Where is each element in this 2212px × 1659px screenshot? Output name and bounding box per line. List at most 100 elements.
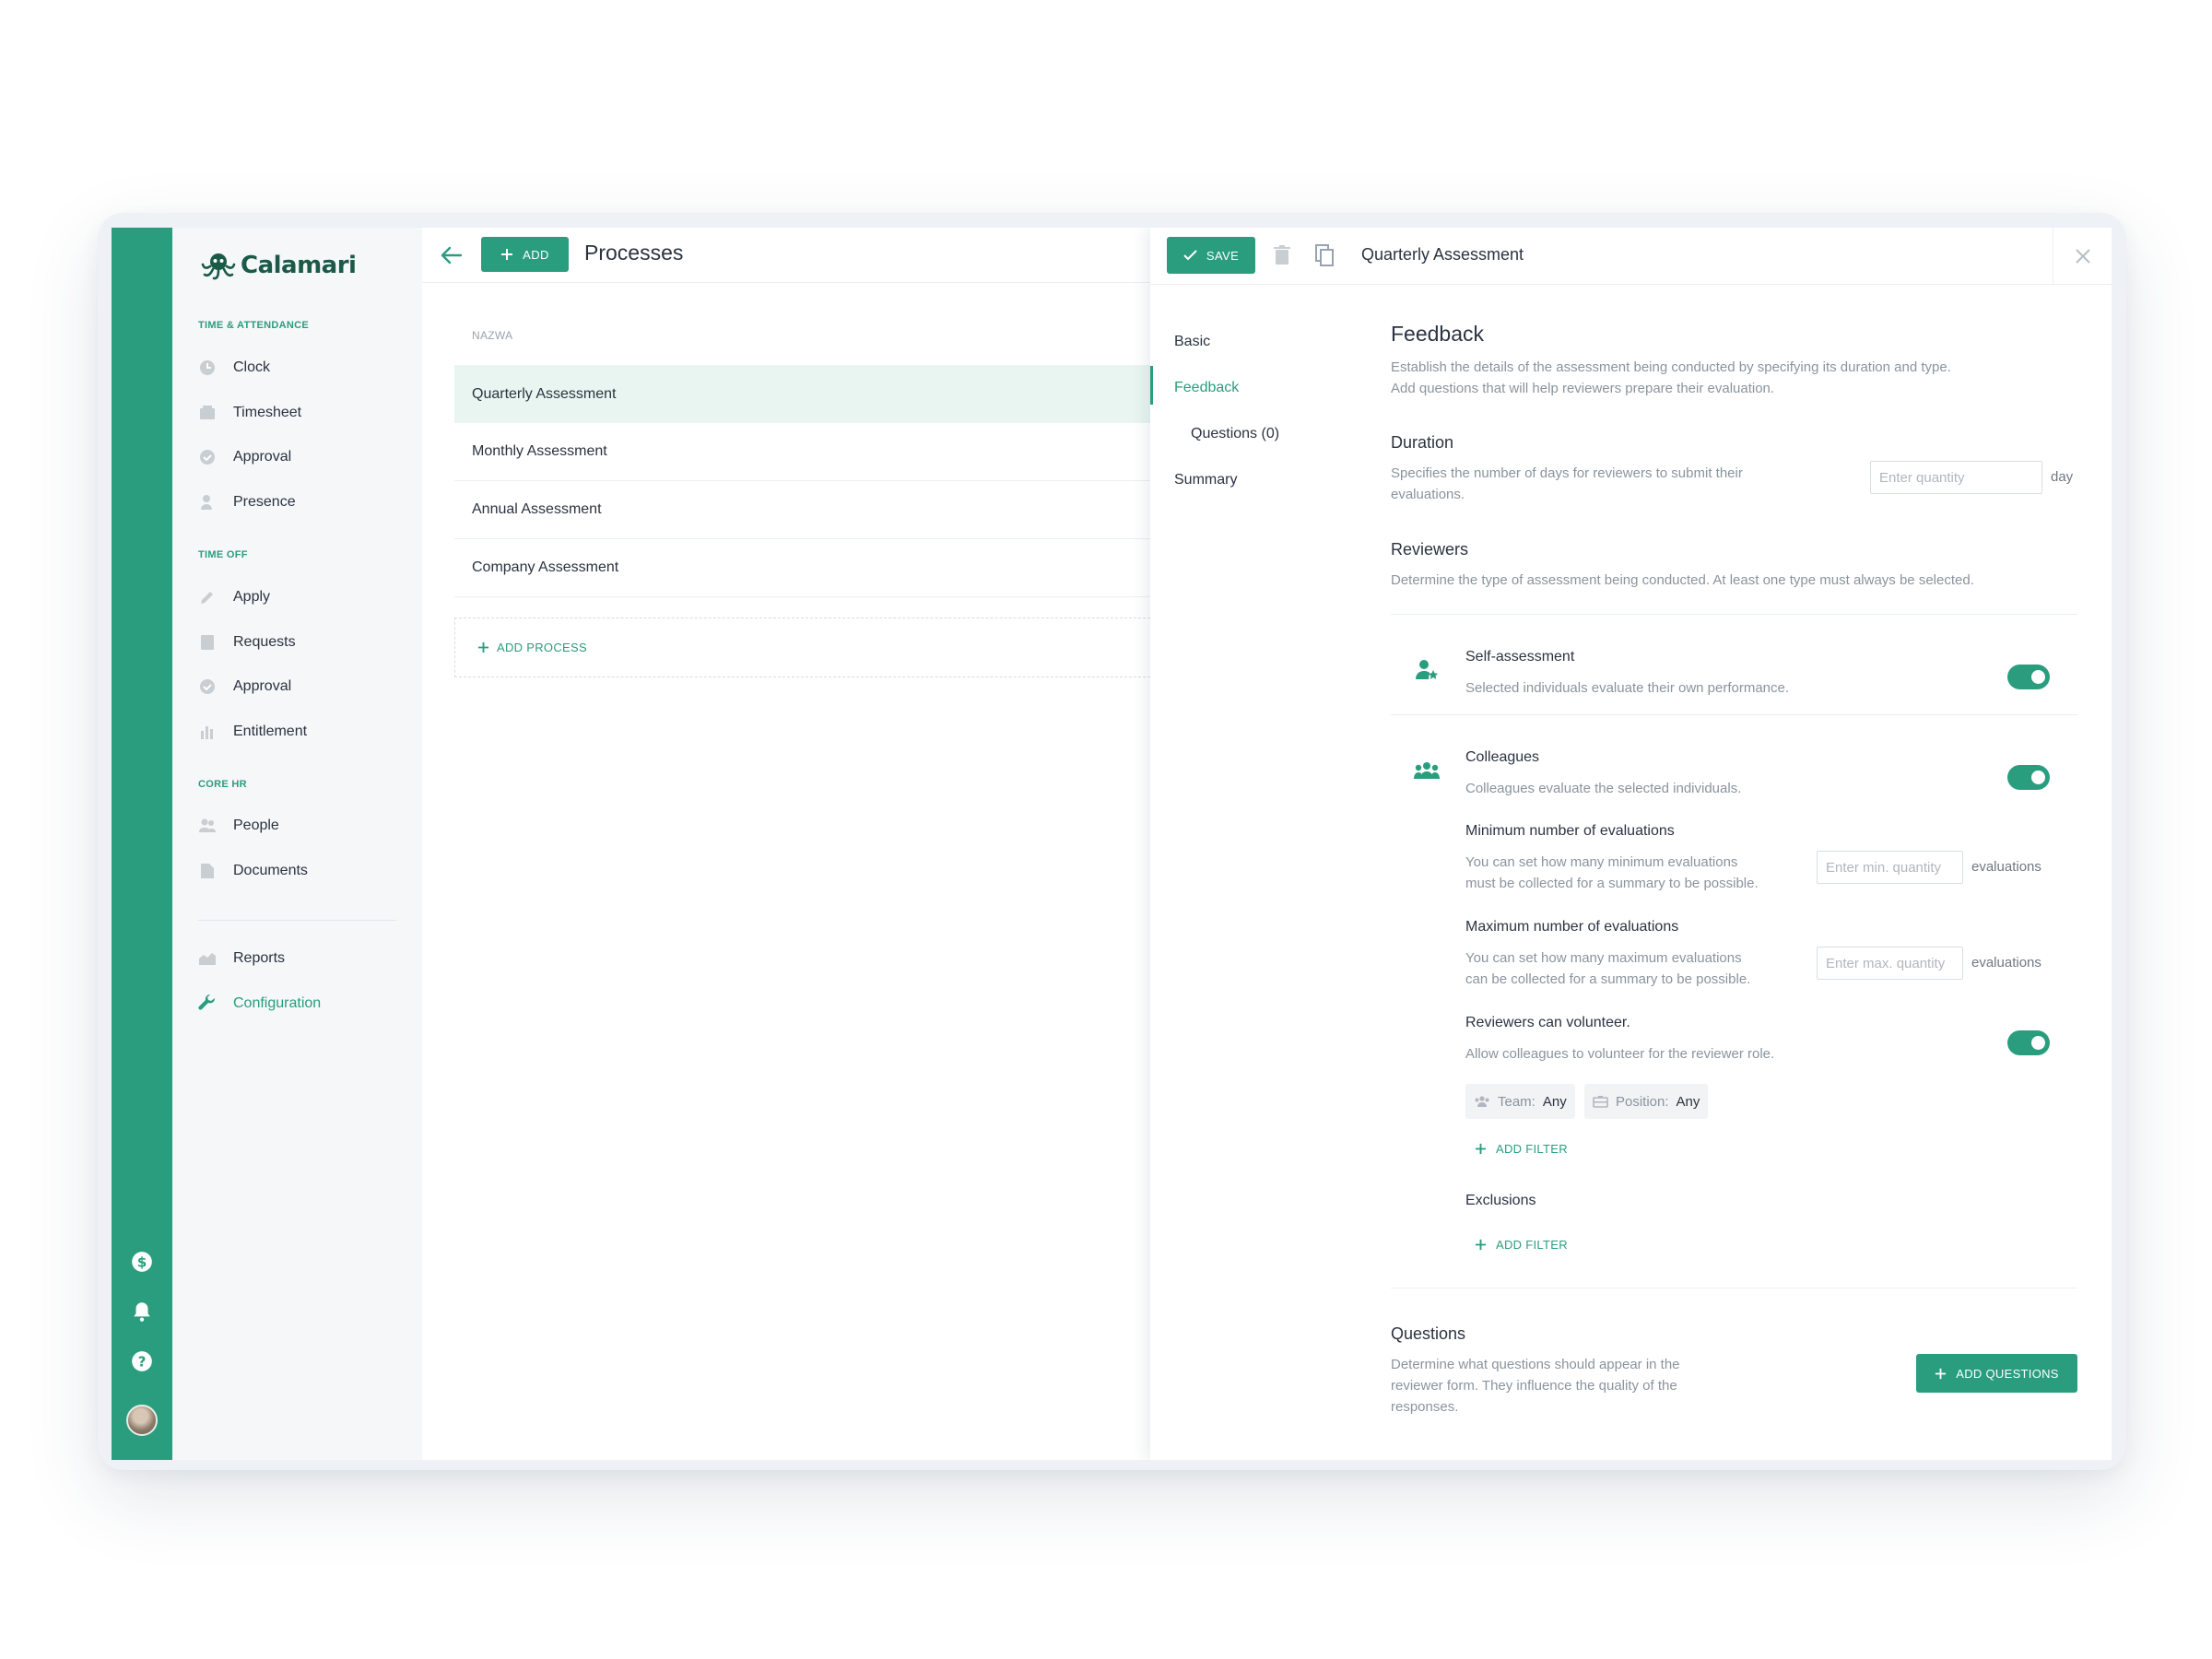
add-button[interactable]: ADD bbox=[481, 237, 569, 272]
process-name: Monthly Assessment bbox=[472, 443, 607, 459]
nav-item-label: Timesheet bbox=[233, 405, 302, 420]
min-evaluations-input[interactable]: Enter min. quantity bbox=[1817, 851, 1963, 884]
check-circle-icon bbox=[198, 677, 217, 696]
min-evaluations-description-1: You can set how many minimum evaluations bbox=[1465, 854, 1738, 870]
volunteer-toggle[interactable] bbox=[2007, 1030, 2050, 1055]
max-evaluations-input[interactable]: Enter max. quantity bbox=[1817, 947, 1963, 980]
file-icon bbox=[198, 862, 217, 880]
filter-key: Team: bbox=[1498, 1093, 1535, 1110]
avatar[interactable] bbox=[126, 1405, 158, 1436]
save-button[interactable]: SAVE bbox=[1167, 237, 1255, 274]
filter-chip-position[interactable]: Position: Any bbox=[1584, 1084, 1709, 1119]
nav-item-label: Apply bbox=[233, 589, 271, 605]
self-assessment-toggle[interactable] bbox=[2007, 665, 2050, 689]
nav-item-configuration[interactable]: Configuration bbox=[198, 990, 321, 1018]
detail-panel: SAVE Quarterly Assessment Basic Feedback… bbox=[1150, 228, 2112, 1460]
clock-icon bbox=[198, 359, 217, 377]
processes-panel: ADD Processes NAZWA Quarterly Assessment… bbox=[422, 228, 1150, 1460]
brand-name: Calamari bbox=[241, 252, 357, 279]
questions-description-2: reviewer form. They influence the qualit… bbox=[1391, 1378, 1677, 1394]
plus-icon bbox=[1936, 1368, 1947, 1379]
back-arrow-icon[interactable] bbox=[439, 242, 465, 268]
min-evaluations-title: Minimum number of evaluations bbox=[1465, 823, 1675, 839]
nav-item-clock[interactable]: Clock bbox=[198, 354, 270, 382]
person-star-icon bbox=[1414, 657, 1440, 683]
nav-item-apply[interactable]: Apply bbox=[198, 583, 270, 611]
detail-title: Quarterly Assessment bbox=[1361, 245, 1524, 264]
presence-icon bbox=[198, 493, 217, 512]
max-evaluations-title: Maximum number of evaluations bbox=[1465, 919, 1679, 935]
timesheet-icon bbox=[198, 404, 217, 422]
bar-chart-icon bbox=[198, 723, 217, 741]
nav-item-approval[interactable]: Approval bbox=[198, 443, 291, 471]
process-row-quarterly[interactable]: Quarterly Assessment bbox=[454, 365, 1150, 423]
document-icon bbox=[198, 633, 217, 652]
self-assessment-description: Selected individuals evaluate their own … bbox=[1465, 680, 1790, 696]
colleagues-toggle[interactable] bbox=[2007, 765, 2050, 790]
logo[interactable]: Calamari bbox=[200, 250, 357, 281]
process-name: Annual Assessment bbox=[472, 501, 602, 517]
octopus-logo-icon bbox=[201, 253, 236, 280]
volunteer-title: Reviewers can volunteer. bbox=[1465, 1015, 1630, 1030]
copy-icon[interactable] bbox=[1312, 242, 1336, 268]
add-questions-button[interactable]: ADD QUESTIONS bbox=[1916, 1354, 2077, 1393]
billing-icon[interactable]: $ bbox=[130, 1250, 154, 1274]
add-button-label: ADD bbox=[523, 247, 549, 262]
subnav-summary[interactable]: Summary bbox=[1174, 472, 1237, 488]
exclusions-add-filter-button[interactable]: ADD FILTER bbox=[1475, 1238, 1568, 1252]
process-row-annual[interactable]: Annual Assessment bbox=[454, 481, 1150, 539]
reviewers-description: Determine the type of assessment being c… bbox=[1391, 572, 1974, 588]
briefcase-icon bbox=[1593, 1096, 1608, 1108]
filter-chip-team[interactable]: Team: Any bbox=[1465, 1084, 1575, 1119]
nav-item-label: Entitlement bbox=[233, 724, 308, 739]
feedback-description-1: Establish the details of the assessment … bbox=[1391, 359, 1951, 375]
duration-description-1: Specifies the number of days for reviewe… bbox=[1391, 465, 1743, 481]
feedback-title: Feedback bbox=[1391, 322, 1485, 346]
subnav-active-indicator bbox=[1150, 366, 1153, 405]
reviewers-title: Reviewers bbox=[1391, 540, 1469, 559]
subnav-questions[interactable]: Questions (0) bbox=[1191, 426, 1279, 442]
feedback-content: Feedback Establish the details of the as… bbox=[1391, 285, 2077, 1460]
nav-item-entitlement[interactable]: Entitlement bbox=[198, 718, 307, 746]
min-evaluations-description-2: must be collected for a summary to be po… bbox=[1465, 876, 1759, 891]
add-process-button[interactable]: ADD PROCESS bbox=[454, 618, 1150, 677]
close-button[interactable] bbox=[2053, 228, 2112, 285]
detail-toolbar: SAVE Quarterly Assessment bbox=[1150, 228, 2112, 285]
nav-item-presence[interactable]: Presence bbox=[198, 488, 296, 516]
nav-item-requests[interactable]: Requests bbox=[198, 629, 296, 656]
nav-item-label: Approval bbox=[233, 678, 292, 694]
min-evaluations-unit: evaluations bbox=[1971, 859, 2041, 875]
check-icon bbox=[1183, 250, 1197, 261]
nav-item-people[interactable]: People bbox=[198, 812, 279, 840]
svg-text:$: $ bbox=[137, 1253, 147, 1270]
help-icon[interactable]: ? bbox=[130, 1349, 154, 1373]
sidebar: Calamari TIME & ATTENDANCE Clock Timeshe… bbox=[172, 228, 422, 1460]
add-process-label: ADD PROCESS bbox=[497, 641, 587, 654]
subnav-basic[interactable]: Basic bbox=[1174, 334, 1210, 350]
bell-icon[interactable] bbox=[130, 1300, 154, 1324]
nav-item-reports[interactable]: Reports bbox=[198, 945, 285, 972]
plus-icon bbox=[1475, 1239, 1487, 1251]
process-name: Company Assessment bbox=[472, 559, 619, 575]
process-row-monthly[interactable]: Monthly Assessment bbox=[454, 423, 1150, 481]
filter-value: Any bbox=[1542, 1093, 1567, 1110]
processes-toolbar: ADD Processes bbox=[422, 228, 1150, 283]
subnav-feedback[interactable]: Feedback bbox=[1174, 380, 1239, 396]
nav-item-label: Reports bbox=[233, 950, 286, 966]
trash-icon[interactable] bbox=[1270, 242, 1294, 268]
divider bbox=[1391, 714, 2077, 715]
duration-title: Duration bbox=[1391, 433, 1454, 452]
nav-item-documents[interactable]: Documents bbox=[198, 857, 308, 885]
max-evaluations-description-1: You can set how many maximum evaluations bbox=[1465, 950, 1742, 966]
process-row-company[interactable]: Company Assessment bbox=[454, 539, 1150, 597]
section-label-time-attendance: TIME & ATTENDANCE bbox=[198, 320, 309, 331]
nav-item-label: People bbox=[233, 818, 279, 833]
nav-item-approval-timeoff[interactable]: Approval bbox=[198, 673, 291, 700]
section-label-time-off: TIME OFF bbox=[198, 549, 248, 560]
nav-item-timesheet[interactable]: Timesheet bbox=[198, 399, 301, 427]
nav-item-label: Clock bbox=[233, 359, 271, 375]
duration-input[interactable]: Enter quantity bbox=[1870, 461, 2042, 494]
add-filter-button[interactable]: ADD FILTER bbox=[1475, 1142, 1568, 1156]
self-assessment-title: Self-assessment bbox=[1465, 649, 1575, 665]
duration-unit: day bbox=[2051, 469, 2074, 485]
